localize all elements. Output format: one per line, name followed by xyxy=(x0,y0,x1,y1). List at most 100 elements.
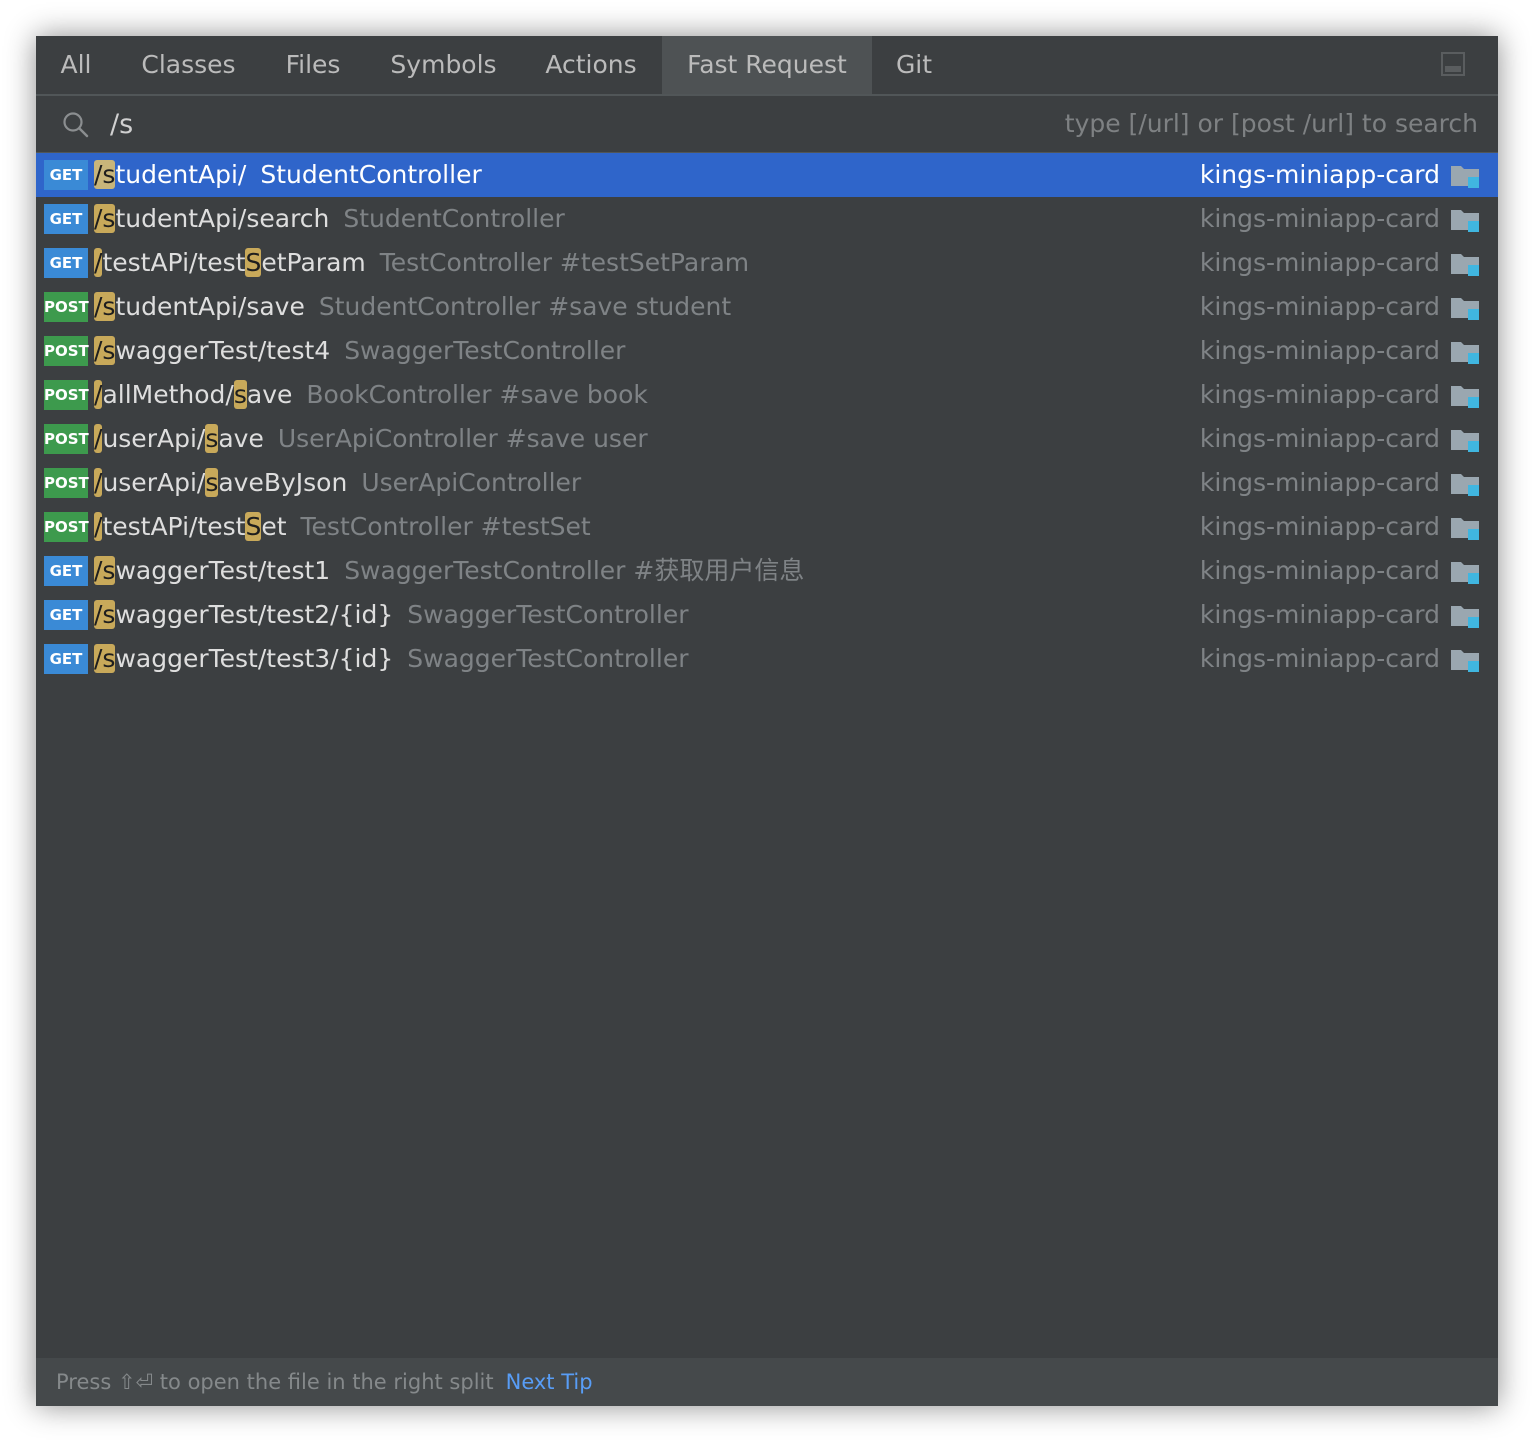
result-row[interactable]: POST/userApi/save UserApiController #save… xyxy=(36,417,1498,461)
path-segment: waggerTest/test2/{id} xyxy=(115,600,394,629)
footer-tip-text: Press ⇧⏎ to open the file in the right s… xyxy=(56,1370,494,1394)
result-row[interactable]: GET/studentApi/search StudentController ki… xyxy=(36,197,1498,241)
endpoint-path: /studentApi/save StudentController #save … xyxy=(94,285,731,329)
tab-git[interactable]: Git xyxy=(882,36,946,94)
module-name: kings-miniapp-card xyxy=(1199,204,1440,233)
next-tip-link[interactable]: Next Tip xyxy=(506,1370,593,1394)
module-folder-icon xyxy=(1451,474,1479,496)
search-input[interactable] xyxy=(110,104,1010,144)
http-method-badge: GET xyxy=(44,204,88,234)
controller-description: SwaggerTestController xyxy=(344,336,626,365)
match-highlight: /s xyxy=(94,336,116,365)
path-segment: testAPi/test xyxy=(102,248,246,277)
result-row[interactable]: POST/testAPi/testSet TestController #test… xyxy=(36,505,1498,549)
result-row[interactable]: POST/allMethod/save BookController #save … xyxy=(36,373,1498,417)
match-highlight: S xyxy=(245,248,262,277)
controller-description: UserApiController #save user xyxy=(277,424,648,453)
path-segment: et xyxy=(261,512,287,541)
module-name: kings-miniapp-card xyxy=(1199,512,1440,541)
endpoint-path: /userApi/save UserApiController #save use… xyxy=(94,417,648,461)
path-segment: waggerTest/test1 xyxy=(115,556,331,585)
tab-fast-request[interactable]: Fast Request xyxy=(662,36,872,94)
tab-files[interactable]: Files xyxy=(271,36,355,94)
match-highlight: /s xyxy=(94,292,116,321)
result-row[interactable]: POST/userApi/saveByJson UserApiController… xyxy=(36,461,1498,505)
http-method-badge: GET xyxy=(44,248,88,278)
path-segment: ave xyxy=(218,424,264,453)
path-segment: ave xyxy=(246,380,293,409)
path-segment: waggerTest/test3/{id} xyxy=(115,644,394,673)
match-highlight: s xyxy=(233,380,247,409)
tab-classes[interactable]: Classes xyxy=(126,36,251,94)
result-row[interactable]: GET/testAPi/testSetParam TestController #… xyxy=(36,241,1498,285)
http-method-badge: GET xyxy=(44,644,88,674)
controller-description: StudentController xyxy=(343,204,565,233)
path-segment: etParam xyxy=(261,248,366,277)
module-name: kings-miniapp-card xyxy=(1199,556,1440,585)
path-segment: aveByJson xyxy=(218,468,348,497)
module-name: kings-miniapp-card xyxy=(1199,380,1440,409)
module-name: kings-miniapp-card xyxy=(1199,600,1440,629)
controller-description: SwaggerTestController #获取用户信息 xyxy=(344,556,805,585)
path-segment: userApi/ xyxy=(102,468,206,497)
http-method-badge: GET xyxy=(44,600,88,630)
path-segment: tudentApi/save xyxy=(115,292,305,321)
tab-bar: All Classes Files Symbols Actions Fast R… xyxy=(36,36,1498,96)
match-highlight: s xyxy=(205,424,219,453)
path-segment: tudentApi/search xyxy=(115,204,330,233)
http-method-badge: POST xyxy=(44,468,89,498)
endpoint-path: /testAPi/testSet TestController #testSet xyxy=(94,505,591,549)
tab-actions[interactable]: Actions xyxy=(530,36,652,94)
http-method-badge: GET xyxy=(44,160,88,190)
controller-description: SwaggerTestController xyxy=(407,600,689,629)
controller-description: SwaggerTestController xyxy=(407,644,689,673)
endpoint-path: /swaggerTest/test1 SwaggerTestController … xyxy=(94,549,804,593)
endpoint-path: /swaggerTest/test3/{id} SwaggerTestContro… xyxy=(94,637,689,681)
result-row[interactable]: GET/swaggerTest/test1 SwaggerTestControll… xyxy=(36,549,1498,593)
endpoint-path: /swaggerTest/test4 SwaggerTestController xyxy=(94,329,625,373)
result-row[interactable]: POST/swaggerTest/test4 SwaggerTestControl… xyxy=(36,329,1498,373)
endpoint-path: /userApi/saveByJson UserApiController xyxy=(94,461,581,505)
http-method-badge: POST xyxy=(44,292,89,322)
tab-symbols[interactable]: Symbols xyxy=(376,36,511,94)
module-name: kings-miniapp-card xyxy=(1199,292,1440,321)
match-highlight: /s xyxy=(94,644,116,673)
module-folder-icon xyxy=(1451,342,1479,364)
module-folder-icon xyxy=(1451,650,1479,672)
module-folder-icon xyxy=(1451,386,1479,408)
layout-toggle-icon[interactable] xyxy=(1441,52,1465,76)
module-folder-icon xyxy=(1451,430,1479,452)
module-folder-icon xyxy=(1451,562,1479,584)
search-everywhere-popup: All Classes Files Symbols Actions Fast R… xyxy=(36,36,1498,1406)
module-folder-icon xyxy=(1451,210,1479,232)
module-folder-icon xyxy=(1451,606,1479,628)
controller-description: StudentController xyxy=(260,160,482,189)
http-method-badge: POST xyxy=(44,512,89,542)
http-method-badge: GET xyxy=(44,556,88,586)
endpoint-path: /allMethod/save BookController #save book xyxy=(94,373,648,417)
endpoint-path: /studentApi/StudentController xyxy=(94,153,482,197)
result-row[interactable]: GET/swaggerTest/test3/{id} SwaggerTestCon… xyxy=(36,637,1498,681)
result-row[interactable]: GET/studentApi/StudentController kings-mi… xyxy=(36,153,1498,197)
module-name: kings-miniapp-card xyxy=(1199,644,1440,673)
match-highlight: S xyxy=(245,512,262,541)
controller-description: BookController #save book xyxy=(306,380,648,409)
match-highlight: /s xyxy=(94,556,116,585)
search-hint: type [/url] or [post /url] to search xyxy=(1064,109,1478,138)
match-highlight: /s xyxy=(94,160,116,189)
path-segment: testAPi/test xyxy=(102,512,246,541)
module-name: kings-miniapp-card xyxy=(1199,160,1440,189)
results-list: GET/studentApi/StudentController kings-mi… xyxy=(36,153,1498,681)
path-segment: tudentApi/ xyxy=(115,160,247,189)
module-folder-icon xyxy=(1451,166,1479,188)
tab-all[interactable]: All xyxy=(46,36,106,94)
search-icon xyxy=(63,112,89,138)
result-row[interactable]: POST/studentApi/save StudentController #s… xyxy=(36,285,1498,329)
endpoint-path: /swaggerTest/test2/{id} SwaggerTestContro… xyxy=(94,593,689,637)
path-segment: allMethod/ xyxy=(102,380,234,409)
result-row[interactable]: GET/swaggerTest/test2/{id} SwaggerTestCon… xyxy=(36,593,1498,637)
match-highlight: s xyxy=(205,468,219,497)
module-name: kings-miniapp-card xyxy=(1199,248,1440,277)
match-highlight: /s xyxy=(94,204,116,233)
controller-description: TestController #testSet xyxy=(300,512,591,541)
